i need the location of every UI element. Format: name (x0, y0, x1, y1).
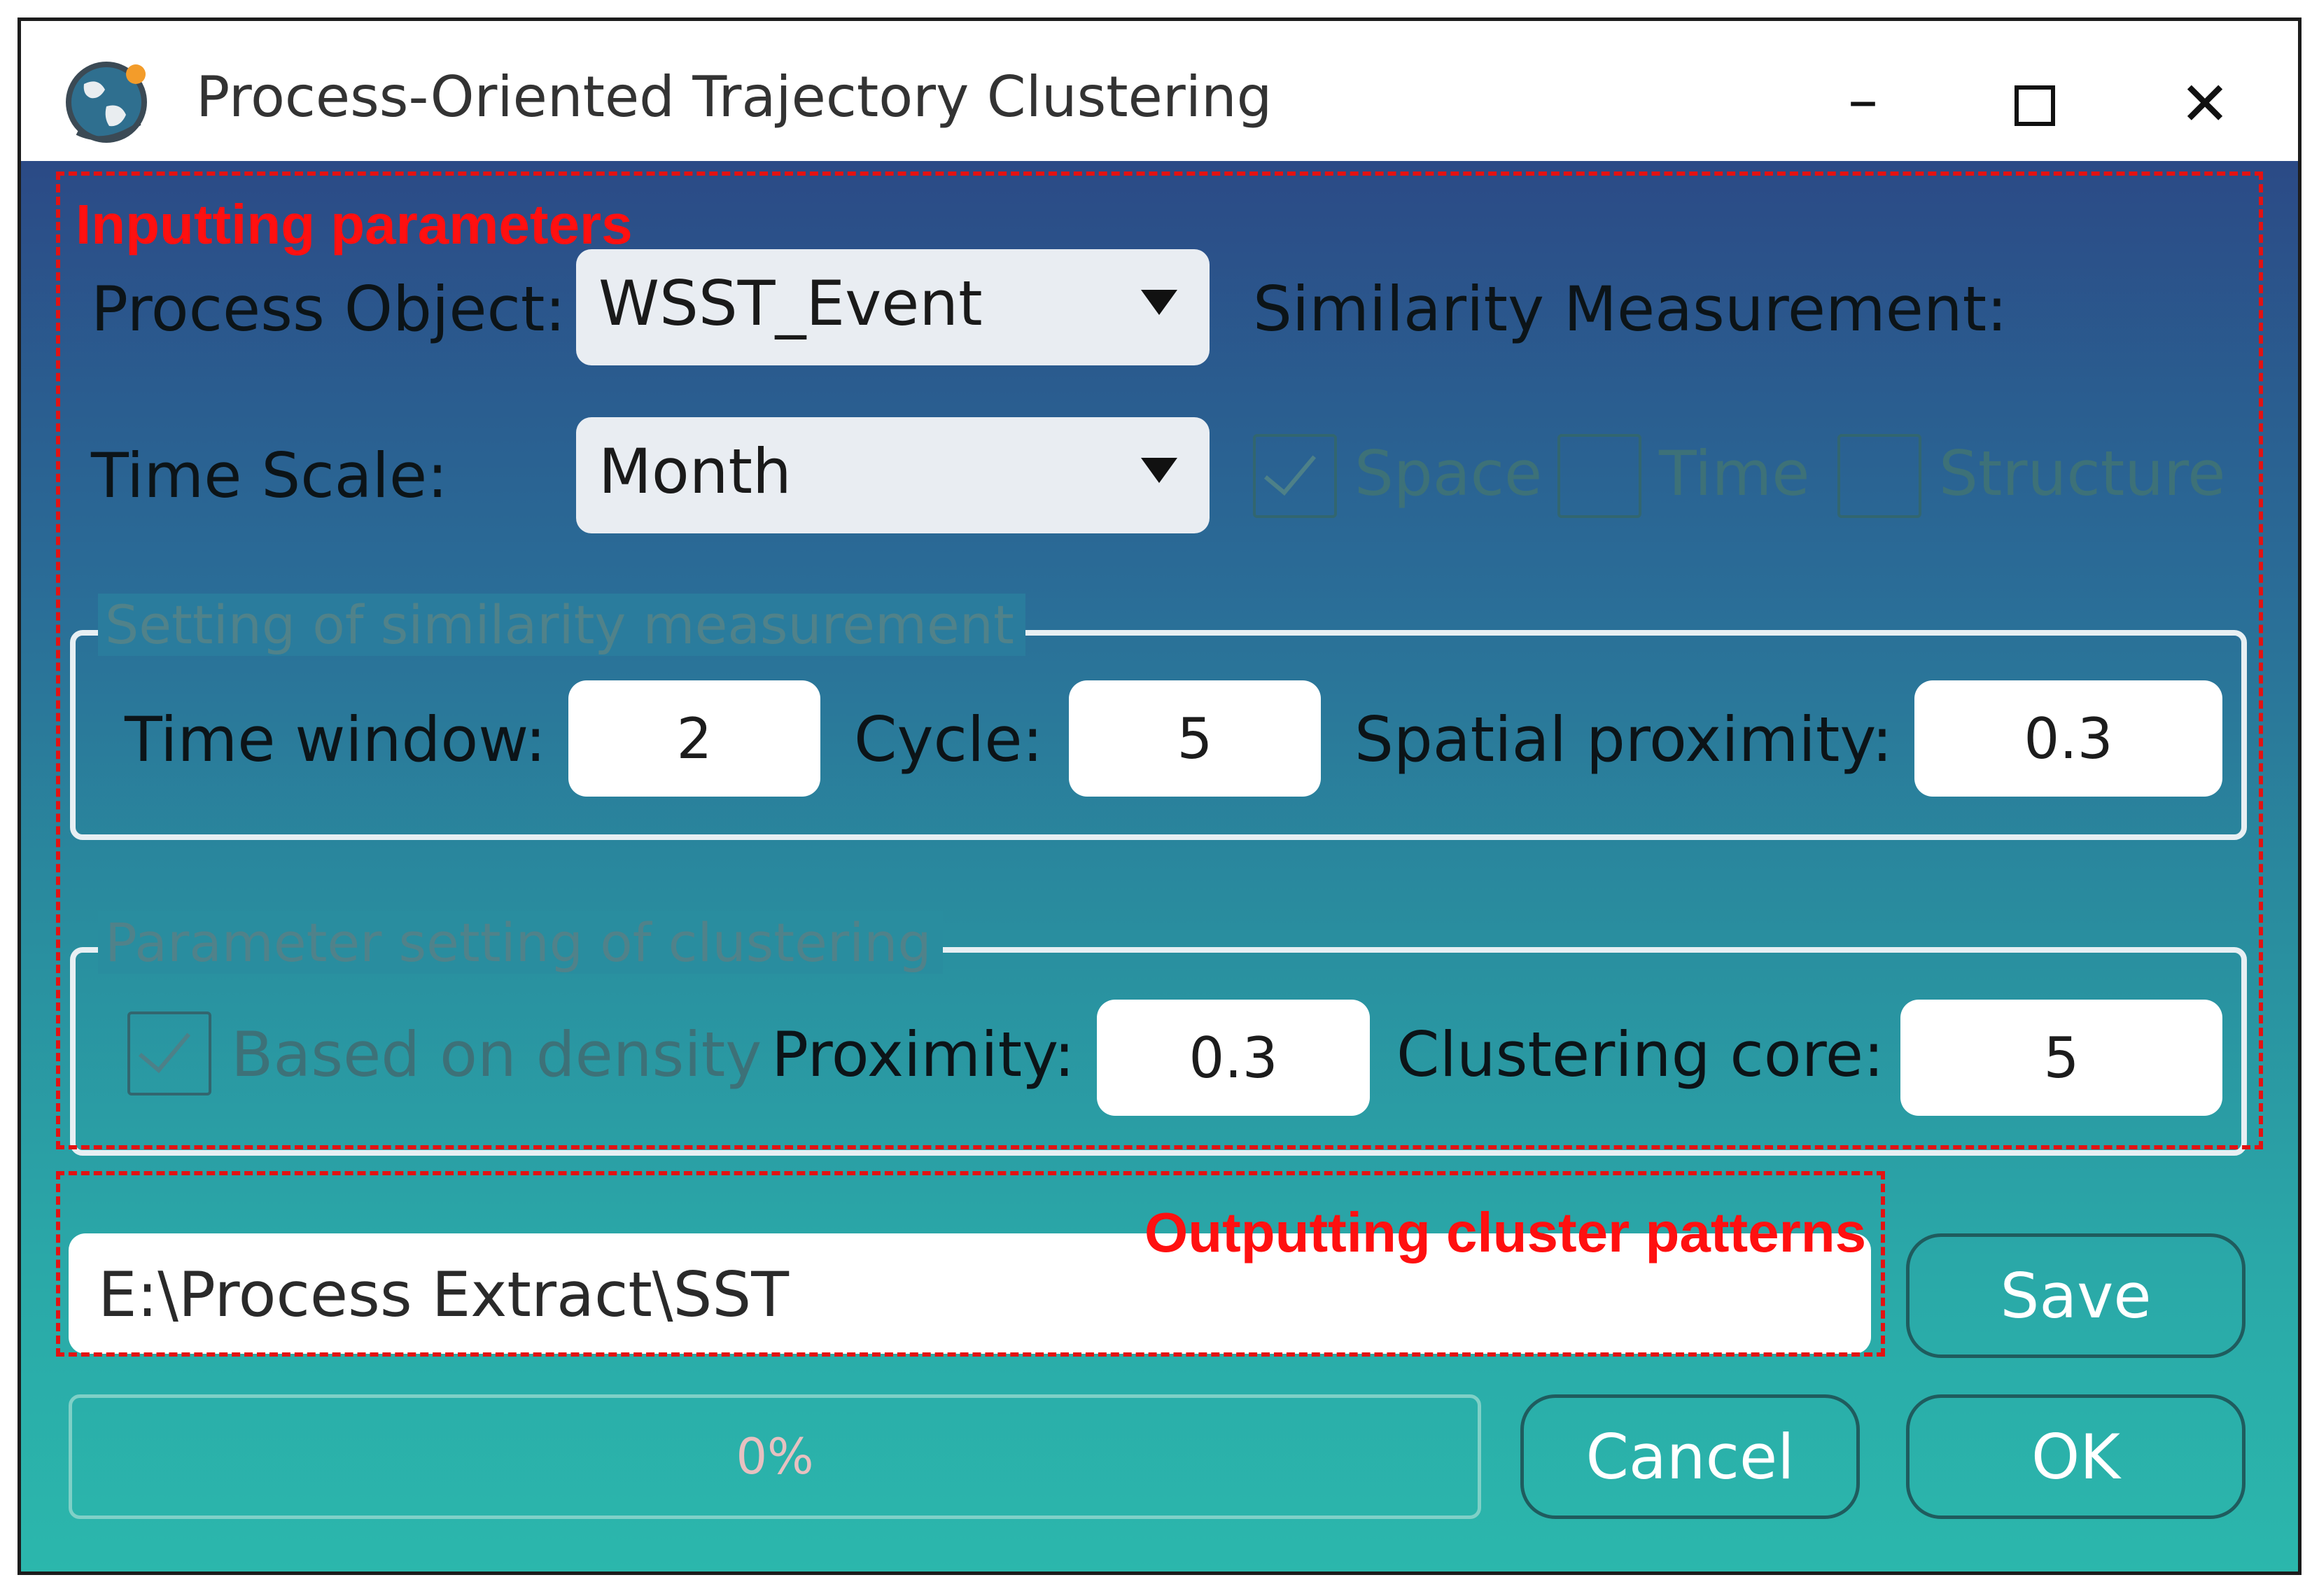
ok-button[interactable]: OK (1906, 1394, 2246, 1519)
progress-bar: 0% (69, 1394, 1481, 1519)
progress-text: 0% (736, 1428, 814, 1485)
save-button[interactable]: Save (1906, 1233, 2246, 1358)
maximize-button[interactable] (2015, 85, 2055, 126)
output-annotation-label: Outputting cluster patterns (1144, 1201, 1867, 1264)
globe-icon (66, 62, 147, 143)
cancel-button[interactable]: Cancel (1520, 1394, 1860, 1519)
window-title: Process-Oriented Trajectory Clustering (196, 64, 1273, 130)
close-button[interactable]: ✕ (2180, 74, 2230, 134)
input-annotation-label: Inputting parameters (76, 193, 633, 255)
minimize-button[interactable]: – (1848, 70, 1878, 130)
input-annotation-box (56, 172, 2263, 1149)
